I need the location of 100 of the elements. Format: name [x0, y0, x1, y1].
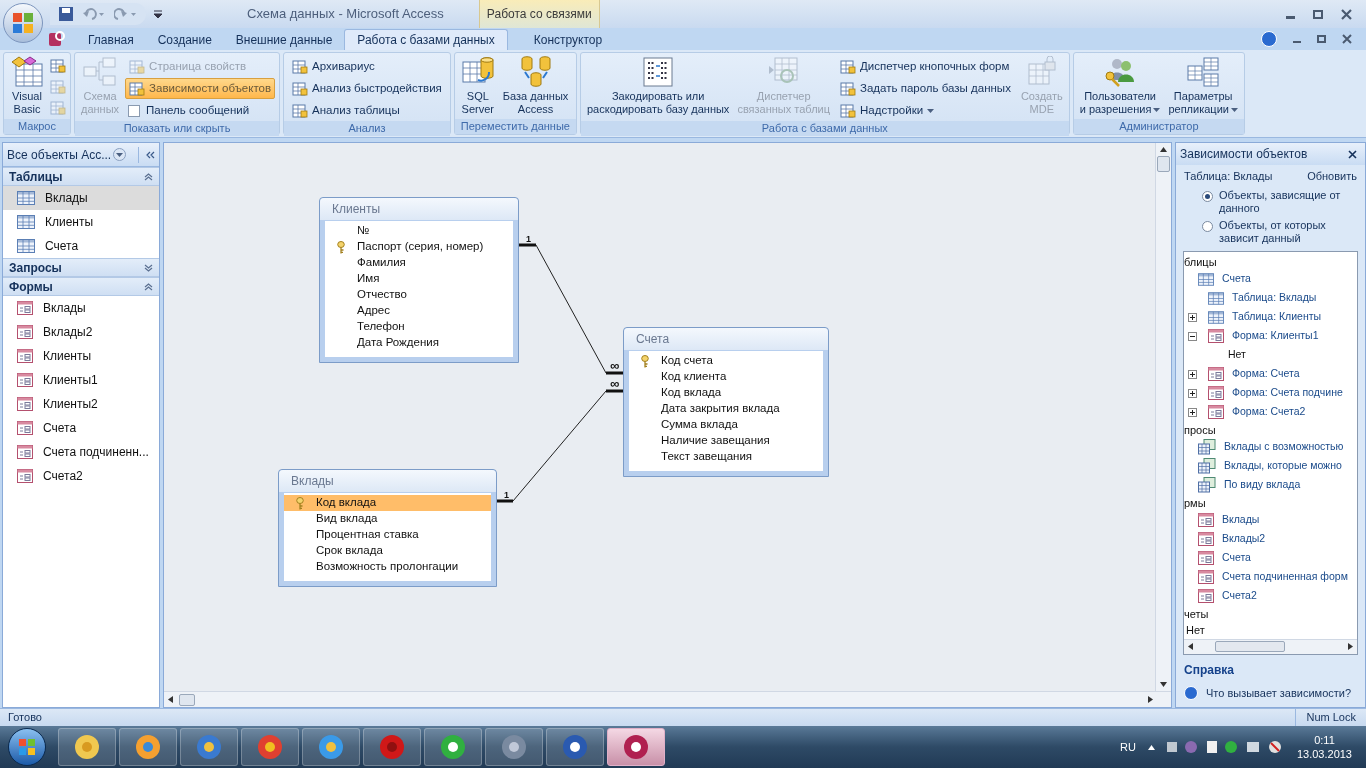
scroll-left-icon[interactable]	[168, 696, 173, 703]
nav-item[interactable]: Счета подчиненн...	[3, 440, 159, 464]
ribbon-large-button[interactable]: База данных Access	[500, 56, 571, 116]
horizontal-scrollbar[interactable]	[1184, 638, 1357, 654]
field-row[interactable]: Дата Рождения	[325, 335, 513, 351]
ribbon-tab[interactable]: Создание	[145, 29, 224, 50]
dependency-item[interactable]: Вклады, которые можно	[1184, 456, 1357, 476]
nav-item[interactable]: Счета	[3, 234, 159, 258]
nav-item[interactable]: Клиенты	[3, 344, 159, 368]
shutter-icon[interactable]	[145, 150, 155, 159]
collapse-icon[interactable]	[144, 172, 153, 181]
expand-box-icon[interactable]	[1187, 312, 1197, 322]
expand-icon[interactable]	[144, 263, 153, 272]
table-window[interactable]: Вклады Код вклада Вид вклада Процентная ставка Срок вклада Возможность пролонгации	[278, 469, 497, 587]
expand-box-icon[interactable]	[1187, 369, 1197, 379]
nav-group-header[interactable]: Запросы	[3, 258, 159, 277]
scroll-right-icon[interactable]	[1348, 643, 1353, 650]
field-row[interactable]: Возможность пролонгации	[284, 559, 491, 575]
field-row[interactable]: Фамилия	[325, 255, 513, 271]
field-row[interactable]: Код клиента	[629, 369, 823, 385]
field-row[interactable]: Паспорт (серия, номер)	[325, 239, 513, 255]
dependency-item[interactable]: Форма: Клиенты1	[1184, 326, 1357, 346]
field-row[interactable]: Адрес	[325, 303, 513, 319]
office-button[interactable]	[3, 3, 43, 43]
field-row[interactable]: №	[325, 223, 513, 239]
dependency-item[interactable]: Форма: Счета2	[1184, 402, 1357, 422]
nav-group-header[interactable]: Таблицы	[3, 167, 159, 186]
clock-date[interactable]: 13.03.2013	[1296, 747, 1352, 761]
clock-time[interactable]: 0:11	[1314, 733, 1335, 747]
expand-box-icon[interactable]	[1187, 407, 1197, 417]
field-row[interactable]: Текст завещания	[629, 449, 823, 465]
customize-caret-icon[interactable]	[154, 10, 162, 18]
field-row[interactable]: Телефон	[325, 319, 513, 335]
close-icon[interactable]	[1348, 149, 1357, 159]
dependency-item[interactable]: Нет	[1184, 345, 1357, 365]
start-button[interactable]	[8, 728, 46, 766]
ribbon-small-button[interactable]: Анализ таблицы	[288, 100, 446, 121]
scroll-thumb[interactable]	[1215, 641, 1285, 652]
field-row[interactable]: Сумма вклада	[629, 417, 823, 433]
horizontal-scrollbar[interactable]	[164, 691, 1171, 707]
scroll-thumb[interactable]	[179, 693, 195, 706]
nav-group-header[interactable]: Формы	[3, 277, 159, 296]
nav-item[interactable]: Клиенты1	[3, 368, 159, 392]
help-link[interactable]: Что вызывает зависимости?	[1206, 684, 1352, 701]
field-row[interactable]: Код вклада	[629, 385, 823, 401]
dependency-item[interactable]: Вклады	[1184, 510, 1357, 530]
nav-item[interactable]: Вклады2	[3, 320, 159, 344]
dependency-item[interactable]: Форма: Счета	[1184, 364, 1357, 384]
checkbox[interactable]	[128, 104, 141, 117]
ribbon-tab[interactable]: Работа с базами данных	[344, 29, 508, 50]
nav-item[interactable]: Вклады	[3, 296, 159, 320]
expand-box-icon[interactable]	[1187, 388, 1197, 398]
refresh-link[interactable]: Обновить	[1307, 168, 1357, 185]
nav-item[interactable]: Счета2	[3, 464, 159, 488]
ribbon-small-button[interactable]: Архивариус	[288, 56, 446, 77]
field-row[interactable]: Отчество	[325, 287, 513, 303]
dropdown-icon[interactable]	[113, 148, 127, 161]
minimize-icon[interactable]	[1286, 15, 1295, 19]
restore-icon[interactable]	[1313, 9, 1323, 19]
help-icon[interactable]	[1261, 31, 1277, 47]
nav-header[interactable]: Все объекты Acc...	[3, 143, 159, 167]
scroll-down-icon[interactable]	[1160, 682, 1167, 687]
collapse-box-icon[interactable]	[1187, 331, 1197, 341]
field-row[interactable]: Срок вклада	[284, 543, 491, 559]
ribbon-small-button[interactable]: Задать пароль базы данных	[836, 78, 1015, 99]
ribbon-tab[interactable]: Внешние данные	[223, 29, 345, 50]
scroll-thumb[interactable]	[1157, 156, 1170, 172]
close-icon[interactable]	[1342, 34, 1352, 44]
dependency-item[interactable]: Счета2	[1184, 586, 1357, 606]
ribbon-tab[interactable]: Конструктор	[521, 29, 615, 50]
field-row[interactable]: Дата закрытия вклада	[629, 401, 823, 417]
dependency-item[interactable]: Таблица: Клиенты	[1184, 307, 1357, 327]
vertical-scrollbar[interactable]	[1155, 143, 1171, 691]
dependency-item[interactable]: Форма: Счета подчине	[1184, 383, 1357, 403]
ribbon-large-button[interactable]: Закодировать или раскодировать базу данных	[585, 56, 732, 116]
ribbon-small-button[interactable]: Анализ быстродействия	[288, 78, 446, 99]
dependency-item[interactable]: По виду вклада	[1184, 475, 1357, 495]
language-indicator[interactable]: RU	[1120, 738, 1136, 756]
nav-item[interactable]: Вклады	[3, 186, 159, 210]
radio-button[interactable]	[1202, 190, 1213, 202]
ribbon-large-button[interactable]: Visual Basic	[8, 56, 46, 116]
ribbon-large-button[interactable]: Пользователи и разрешения	[1077, 56, 1163, 116]
field-row[interactable]: Наличие завещания	[629, 433, 823, 449]
nav-item[interactable]: Клиенты2	[3, 392, 159, 416]
tray-arrow-icon[interactable]	[1147, 744, 1155, 750]
ribbon-small-button[interactable]: Надстройки	[836, 100, 1015, 121]
restore-icon[interactable]	[1317, 35, 1326, 43]
collapse-icon[interactable]	[144, 282, 153, 291]
scroll-left-icon[interactable]	[1188, 643, 1193, 650]
dependency-item[interactable]: Вклады2	[1184, 529, 1357, 549]
table-window[interactable]: Клиенты № Паспорт (серия, номер) Фамилия Имя Отчество Адрес Телефон Дата Рождения	[319, 197, 519, 363]
nav-item[interactable]: Счета	[3, 416, 159, 440]
ribbon-small-button[interactable]: Зависимости объектов	[125, 78, 276, 99]
nav-item[interactable]: Клиенты	[3, 210, 159, 234]
taskbar-button[interactable]	[607, 728, 665, 766]
scroll-right-icon[interactable]	[1148, 696, 1153, 703]
field-row[interactable]: Код счета	[629, 353, 823, 369]
field-row[interactable]: Имя	[325, 271, 513, 287]
dependency-item[interactable]: Счета	[1184, 269, 1357, 289]
dependency-item[interactable]: Счета подчиненная форм	[1184, 567, 1357, 587]
